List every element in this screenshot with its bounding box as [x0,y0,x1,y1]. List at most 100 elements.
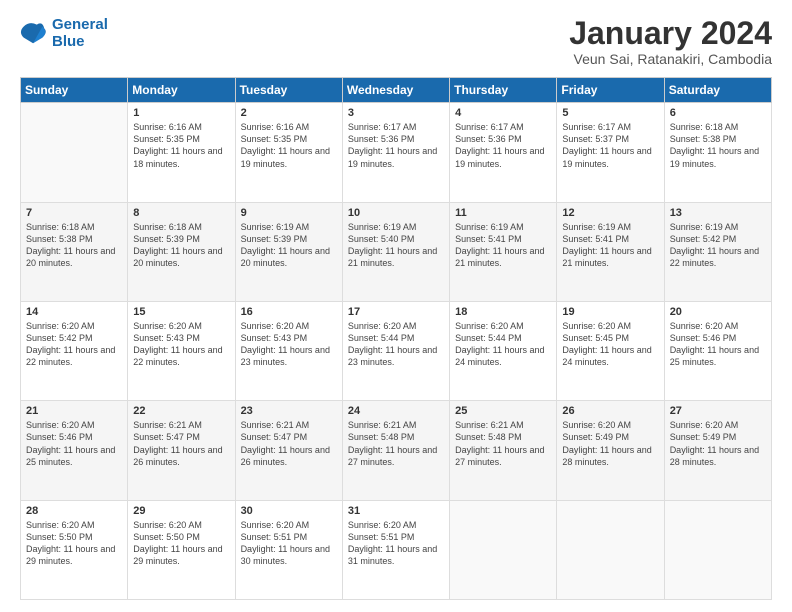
day-content: Sunrise: 6:16 AM Sunset: 5:35 PM Dayligh… [241,121,337,170]
day-content: Sunrise: 6:17 AM Sunset: 5:36 PM Dayligh… [455,121,551,170]
calendar-cell [557,500,664,599]
calendar-cell: 12 Sunrise: 6:19 AM Sunset: 5:41 PM Dayli… [557,202,664,301]
calendar-cell: 29Sunrise: 6:20 AM Sunset: 5:50 PM Dayli… [128,500,235,599]
calendar-cell: 14Sunrise: 6:20 AM Sunset: 5:42 PM Dayli… [21,301,128,400]
day-content: Sunrise: 6:20 AM Sunset: 5:49 PM Dayligh… [670,419,766,468]
calendar-cell: 8Sunrise: 6:18 AM Sunset: 5:39 PM Daylig… [128,202,235,301]
day-content: Sunrise: 6:18 AM Sunset: 5:38 PM Dayligh… [670,121,766,170]
calendar-cell: 30Sunrise: 6:20 AM Sunset: 5:51 PM Dayli… [235,500,342,599]
calendar-cell: 3 Sunrise: 6:17 AM Sunset: 5:36 PM Daylig… [342,103,449,202]
calendar-day-header: Saturday [664,78,771,103]
day-number: 17 [348,306,444,318]
day-content: Sunrise: 6:20 AM Sunset: 5:44 PM Dayligh… [348,320,444,369]
day-number: 27 [670,405,766,417]
day-content: Sunrise: 6:20 AM Sunset: 5:44 PM Dayligh… [455,320,551,369]
day-content: Sunrise: 6:20 AM Sunset: 5:49 PM Dayligh… [562,419,658,468]
calendar-cell: 9 Sunrise: 6:19 AM Sunset: 5:39 PM Daylig… [235,202,342,301]
day-number: 21 [26,405,122,417]
day-content: Sunrise: 6:19 AM Sunset: 5:40 PM Dayligh… [348,221,444,270]
calendar-cell: 13Sunrise: 6:19 AM Sunset: 5:42 PM Dayli… [664,202,771,301]
calendar-day-header: Sunday [21,78,128,103]
day-number: 31 [348,505,444,517]
day-content: Sunrise: 6:20 AM Sunset: 5:45 PM Dayligh… [562,320,658,369]
day-number: 5 [562,107,658,119]
day-number: 13 [670,207,766,219]
day-number: 9 [241,207,337,219]
calendar-cell: 31 Sunrise: 6:20 AM Sunset: 5:51 PM Dayli… [342,500,449,599]
day-content: Sunrise: 6:20 AM Sunset: 5:43 PM Dayligh… [241,320,337,369]
title-block: January 2024 Veun Sai, Ratanakiri, Cambo… [569,16,772,67]
calendar-cell: 5 Sunrise: 6:17 AM Sunset: 5:37 PM Daylig… [557,103,664,202]
day-number: 30 [241,505,337,517]
calendar-cell: 28 Sunrise: 6:20 AM Sunset: 5:50 PM Dayli… [21,500,128,599]
calendar-week-row: 28 Sunrise: 6:20 AM Sunset: 5:50 PM Dayli… [21,500,772,599]
calendar-cell: 24 Sunrise: 6:21 AM Sunset: 5:48 PM Dayli… [342,401,449,500]
calendar-cell: 26 Sunrise: 6:20 AM Sunset: 5:49 PM Dayli… [557,401,664,500]
logo-text: General Blue [52,16,108,50]
calendar-week-row: 1Sunrise: 6:16 AM Sunset: 5:35 PM Daylig… [21,103,772,202]
calendar-week-row: 14Sunrise: 6:20 AM Sunset: 5:42 PM Dayli… [21,301,772,400]
main-title: January 2024 [569,16,772,51]
day-content: Sunrise: 6:20 AM Sunset: 5:46 PM Dayligh… [670,320,766,369]
calendar-cell: 10 Sunrise: 6:19 AM Sunset: 5:40 PM Dayli… [342,202,449,301]
day-content: Sunrise: 6:20 AM Sunset: 5:43 PM Dayligh… [133,320,229,369]
calendar-cell: 18 Sunrise: 6:20 AM Sunset: 5:44 PM Dayli… [450,301,557,400]
calendar-cell: 27 Sunrise: 6:20 AM Sunset: 5:49 PM Dayli… [664,401,771,500]
day-number: 7 [26,207,122,219]
day-content: Sunrise: 6:17 AM Sunset: 5:36 PM Dayligh… [348,121,444,170]
day-number: 24 [348,405,444,417]
calendar-cell: 25Sunrise: 6:21 AM Sunset: 5:48 PM Dayli… [450,401,557,500]
day-number: 18 [455,306,551,318]
calendar-week-row: 7 Sunrise: 6:18 AM Sunset: 5:38 PM Daylig… [21,202,772,301]
logo-icon [20,19,48,47]
calendar-day-header: Monday [128,78,235,103]
logo: General Blue [20,16,108,50]
day-content: Sunrise: 6:21 AM Sunset: 5:47 PM Dayligh… [241,419,337,468]
calendar-cell: 22 Sunrise: 6:21 AM Sunset: 5:47 PM Dayli… [128,401,235,500]
day-number: 22 [133,405,229,417]
day-content: Sunrise: 6:17 AM Sunset: 5:37 PM Dayligh… [562,121,658,170]
day-number: 20 [670,306,766,318]
calendar-week-row: 21 Sunrise: 6:20 AM Sunset: 5:46 PM Dayli… [21,401,772,500]
calendar-day-header: Wednesday [342,78,449,103]
day-number: 12 [562,207,658,219]
calendar-cell: 1Sunrise: 6:16 AM Sunset: 5:35 PM Daylig… [128,103,235,202]
day-content: Sunrise: 6:18 AM Sunset: 5:38 PM Dayligh… [26,221,122,270]
day-number: 16 [241,306,337,318]
day-number: 6 [670,107,766,119]
day-number: 4 [455,107,551,119]
day-number: 3 [348,107,444,119]
day-content: Sunrise: 6:20 AM Sunset: 5:50 PM Dayligh… [26,519,122,568]
day-number: 26 [562,405,658,417]
day-number: 2 [241,107,337,119]
day-content: Sunrise: 6:21 AM Sunset: 5:48 PM Dayligh… [348,419,444,468]
calendar-cell: 2 Sunrise: 6:16 AM Sunset: 5:35 PM Daylig… [235,103,342,202]
day-content: Sunrise: 6:19 AM Sunset: 5:41 PM Dayligh… [562,221,658,270]
day-number: 29 [133,505,229,517]
calendar-cell: 21 Sunrise: 6:20 AM Sunset: 5:46 PM Dayli… [21,401,128,500]
calendar-cell [450,500,557,599]
day-number: 28 [26,505,122,517]
day-content: Sunrise: 6:18 AM Sunset: 5:39 PM Dayligh… [133,221,229,270]
day-number: 25 [455,405,551,417]
day-number: 14 [26,306,122,318]
calendar-cell: 15 Sunrise: 6:20 AM Sunset: 5:43 PM Dayli… [128,301,235,400]
day-content: Sunrise: 6:20 AM Sunset: 5:46 PM Dayligh… [26,419,122,468]
day-number: 10 [348,207,444,219]
page: General Blue January 2024 Veun Sai, Rata… [0,0,792,612]
calendar-cell: 7 Sunrise: 6:18 AM Sunset: 5:38 PM Daylig… [21,202,128,301]
day-content: Sunrise: 6:20 AM Sunset: 5:51 PM Dayligh… [348,519,444,568]
day-content: Sunrise: 6:19 AM Sunset: 5:41 PM Dayligh… [455,221,551,270]
calendar-cell: 17 Sunrise: 6:20 AM Sunset: 5:44 PM Dayli… [342,301,449,400]
calendar-cell: 11 Sunrise: 6:19 AM Sunset: 5:41 PM Dayli… [450,202,557,301]
calendar-day-header: Tuesday [235,78,342,103]
day-number: 15 [133,306,229,318]
day-number: 11 [455,207,551,219]
subtitle: Veun Sai, Ratanakiri, Cambodia [569,51,772,67]
day-number: 23 [241,405,337,417]
day-content: Sunrise: 6:21 AM Sunset: 5:47 PM Dayligh… [133,419,229,468]
calendar-table: SundayMondayTuesdayWednesdayThursdayFrid… [20,77,772,600]
calendar-cell: 19Sunrise: 6:20 AM Sunset: 5:45 PM Dayli… [557,301,664,400]
calendar-cell [664,500,771,599]
day-content: Sunrise: 6:19 AM Sunset: 5:39 PM Dayligh… [241,221,337,270]
